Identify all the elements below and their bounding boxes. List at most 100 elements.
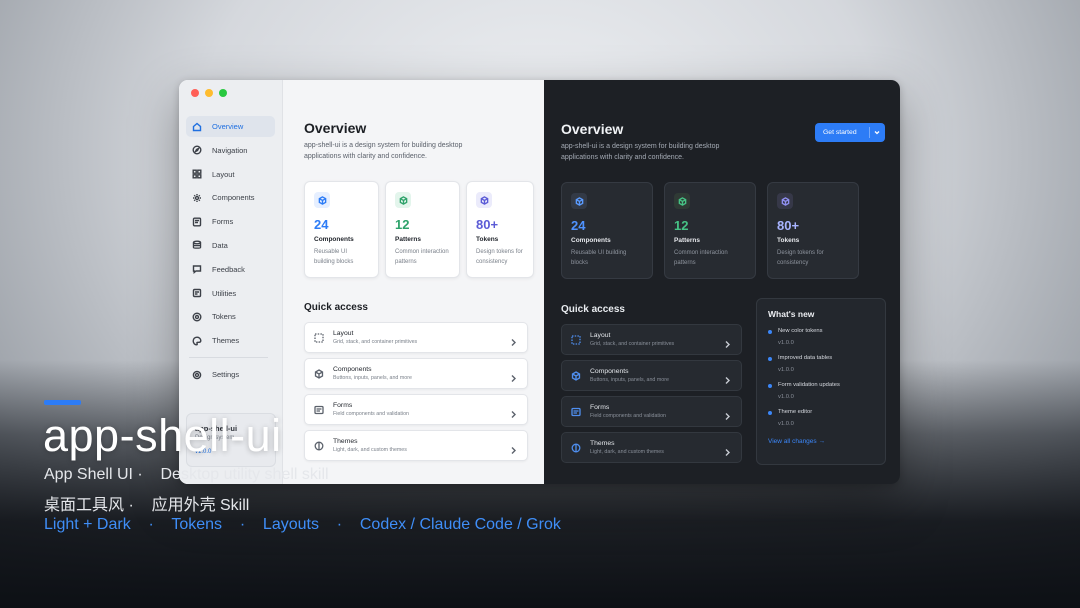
layout-icon bbox=[314, 332, 324, 343]
page-description: app-shell-ui is a design system for buil… bbox=[304, 142, 463, 160]
quick-access-layout[interactable]: Layout Grid, stack, and container primiti… bbox=[304, 322, 528, 353]
tagline-part: Desktop utility shell skill bbox=[160, 466, 329, 483]
stat-label: Components bbox=[314, 236, 354, 243]
sidebar-item-themes[interactable]: Themes bbox=[186, 330, 275, 351]
feature-separator: · bbox=[148, 516, 154, 533]
quick-access-layout-dark[interactable]: Layout Grid, stack, and container primiti… bbox=[561, 324, 742, 355]
quick-access-themes-dark[interactable]: Themes Light, dark, and custom themes bbox=[561, 432, 742, 463]
whats-new-item-name: Theme editor bbox=[778, 409, 813, 415]
whats-new-item-name: New color tokens bbox=[778, 328, 823, 334]
whats-new-panel: What's new New color tokens v1.0.0 Impro… bbox=[756, 298, 886, 465]
stat-value: 80+ bbox=[476, 217, 499, 232]
quick-access-item-desc: Light, dark, and custom themes bbox=[590, 449, 664, 455]
whats-new-title: What's new bbox=[768, 309, 815, 319]
sidebar-item-label: Themes bbox=[212, 336, 240, 346]
token-cube-icon bbox=[777, 193, 793, 209]
token-cube-icon bbox=[476, 192, 492, 208]
quick-access-item-desc: Grid, stack, and container primitives bbox=[590, 341, 675, 347]
pattern-cube-icon bbox=[395, 192, 411, 208]
sidebar-item-settings[interactable]: Settings bbox=[186, 364, 275, 385]
stat-card-patterns-dark[interactable]: 12 Patterns Common interaction patterns bbox=[664, 182, 756, 279]
stat-value: 12 bbox=[395, 217, 410, 232]
stat-description: Design tokens for consistency bbox=[476, 249, 523, 265]
chevron-right-icon bbox=[724, 408, 731, 420]
stat-description: Reusable UI building blocks bbox=[314, 249, 354, 265]
sidebar-item-utilities[interactable]: Utilities bbox=[186, 283, 275, 304]
quick-access-item-title: Themes bbox=[333, 438, 358, 445]
stat-description: Reusable UI building blocks bbox=[571, 250, 627, 266]
quick-access-item-title: Components bbox=[590, 368, 629, 375]
compass-icon bbox=[192, 145, 202, 155]
feature-separator: · bbox=[239, 516, 246, 533]
layout-icon bbox=[571, 334, 581, 345]
brand-feature-list: Light + Dark · Tokens · Layouts · Codex … bbox=[44, 516, 561, 534]
target-icon bbox=[192, 312, 202, 322]
bullet-dot bbox=[768, 357, 772, 361]
chevron-down-icon[interactable] bbox=[874, 130, 880, 135]
sidebar-item-tokens[interactable]: Tokens bbox=[186, 306, 275, 327]
quick-access-item-desc: Light, dark, and custom themes bbox=[333, 447, 407, 453]
chevron-right-icon bbox=[510, 334, 517, 346]
stat-card-components[interactable]: 24 Components Reusable UI building block… bbox=[304, 181, 379, 278]
sidebar-item-label: Components bbox=[212, 193, 255, 203]
quick-access-themes[interactable]: Themes Light, dark, and custom themes bbox=[304, 430, 528, 461]
stat-label: Components bbox=[571, 237, 611, 244]
whats-new-item-version: v1.0.0 bbox=[778, 340, 794, 346]
stat-label: Patterns bbox=[395, 236, 422, 243]
sidebar-item-label: Overview bbox=[212, 122, 244, 131]
get-started-button[interactable]: Get started bbox=[815, 123, 885, 142]
gear-icon bbox=[192, 193, 202, 203]
quick-access-item-title: Themes bbox=[590, 440, 615, 447]
page-title: Overview bbox=[304, 120, 367, 136]
sidebar-item-forms[interactable]: Forms bbox=[186, 211, 275, 232]
stat-card-tokens-dark[interactable]: 80+ Tokens Design tokens for consistency bbox=[767, 182, 859, 279]
stat-value: 80+ bbox=[777, 218, 800, 233]
sidebar-item-components[interactable]: Components bbox=[186, 187, 275, 208]
bullet-dot bbox=[768, 330, 772, 334]
stat-card-tokens[interactable]: 80+ Tokens Design tokens for consistency bbox=[466, 181, 534, 278]
quick-access-item-desc: Buttons, inputs, panels, and more bbox=[333, 375, 412, 381]
chevron-right-icon bbox=[510, 442, 517, 454]
quick-access-item-desc: Grid, stack, and container primitives bbox=[333, 339, 418, 345]
brand-tagline-zh: 桌面工具风 · 应用外壳 Skill bbox=[44, 491, 249, 515]
dark-theme-preview: Overview app-shell-ui is a design system… bbox=[544, 80, 900, 484]
quick-access-components-dark[interactable]: Components Buttons, inputs, panels, and m… bbox=[561, 360, 742, 391]
sidebar-item-data[interactable]: Data bbox=[186, 235, 275, 256]
cube-icon bbox=[571, 193, 587, 209]
quick-access-item-title: Forms bbox=[590, 404, 610, 411]
sidebar-item-label: Navigation bbox=[212, 145, 248, 155]
database-icon bbox=[192, 240, 202, 250]
page-description-dark: app-shell-ui is a design system for buil… bbox=[561, 143, 720, 161]
minimize-window-button[interactable] bbox=[205, 89, 213, 97]
maximize-window-button[interactable] bbox=[219, 89, 227, 97]
sidebar-item-navigation[interactable]: Navigation bbox=[186, 140, 275, 161]
stat-card-components-dark[interactable]: 24 Components Reusable UI building block… bbox=[561, 182, 653, 279]
feature-item: Tokens bbox=[171, 516, 223, 533]
chevron-right-icon bbox=[724, 444, 731, 456]
quick-access-forms[interactable]: Forms Field components and validation bbox=[304, 394, 528, 425]
quick-access-item-title: Layout bbox=[590, 332, 611, 339]
stat-cards: 24 Components Reusable UI building block… bbox=[304, 181, 534, 278]
quick-access-components[interactable]: Components Buttons, inputs, panels, and m… bbox=[304, 358, 528, 389]
stat-description: Common interaction patterns bbox=[395, 249, 449, 265]
view-all-changes-link[interactable]: View all changes → bbox=[768, 438, 874, 445]
form-icon bbox=[192, 217, 202, 227]
brand-title: app-shell-ui bbox=[43, 410, 282, 461]
quick-access-forms-dark[interactable]: Forms Field components and validation bbox=[561, 396, 742, 427]
quick-access-title: Quick access bbox=[304, 302, 368, 313]
stat-card-patterns[interactable]: 12 Patterns Common interaction patterns bbox=[385, 181, 460, 278]
button-separator bbox=[869, 127, 870, 138]
sidebar-item-feedback[interactable]: Feedback bbox=[186, 259, 275, 280]
grid-icon bbox=[192, 169, 202, 179]
sidebar-item-label: Feedback bbox=[212, 264, 245, 274]
stat-cards-dark: 24 Components Reusable UI building block… bbox=[561, 182, 900, 279]
quick-access-item-title: Components bbox=[333, 366, 372, 373]
sidebar-item-layout[interactable]: Layout bbox=[186, 164, 275, 185]
chevron-right-icon bbox=[724, 372, 731, 384]
palette-icon bbox=[192, 336, 202, 346]
sidebar-item-overview[interactable]: Overview bbox=[186, 116, 275, 137]
get-started-label: Get started bbox=[823, 129, 857, 136]
close-window-button[interactable] bbox=[191, 89, 199, 97]
bullet-dot bbox=[768, 411, 772, 415]
sidebar-item-label: Forms bbox=[212, 217, 234, 227]
